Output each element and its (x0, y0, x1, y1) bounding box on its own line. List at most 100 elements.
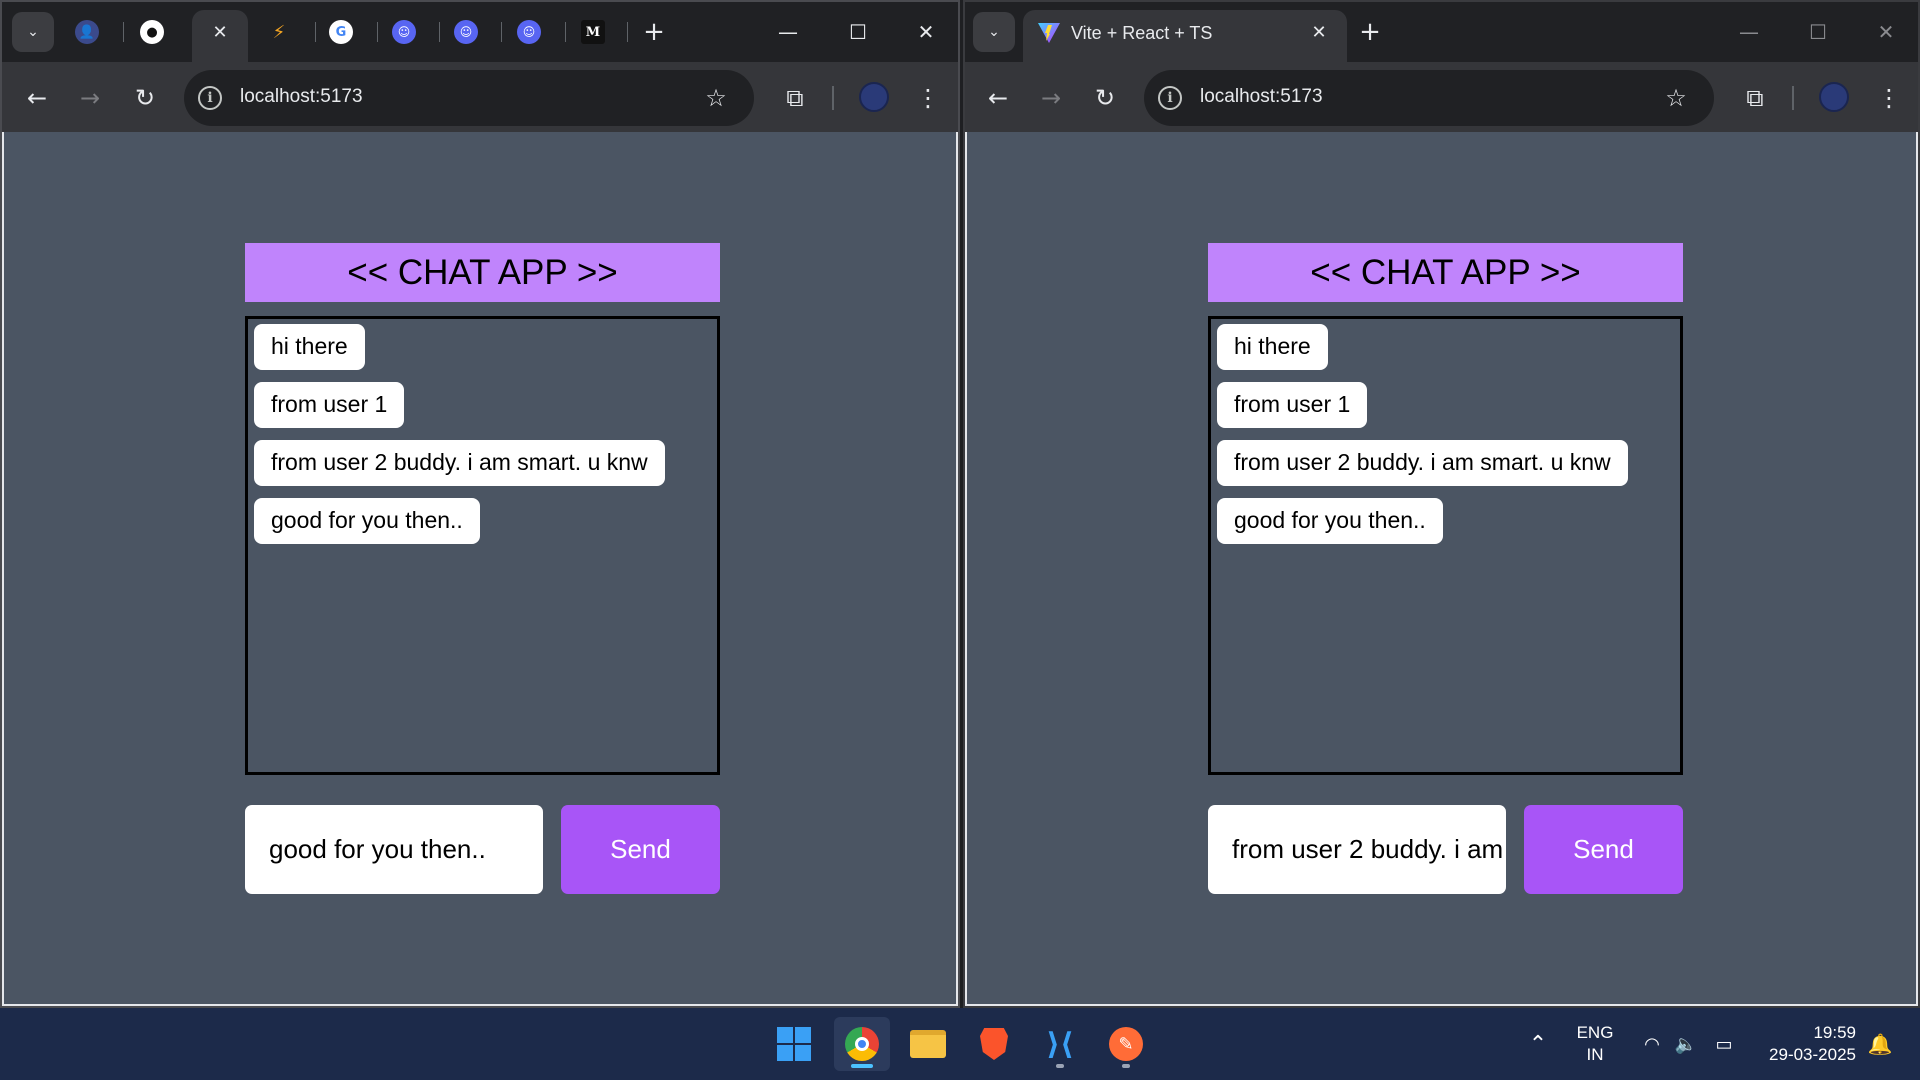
messages-panel: hi there from user 1 from user 2 buddy. … (245, 316, 720, 775)
avatar-icon: 👤 (75, 20, 99, 44)
messages-panel: hi there from user 1 from user 2 buddy. … (1208, 316, 1683, 775)
new-tab-button[interactable]: + (1354, 16, 1386, 48)
brave-icon (980, 1028, 1008, 1060)
tab-github[interactable]: ● (136, 16, 168, 48)
bookmark-star-icon[interactable]: ☆ (1660, 82, 1692, 114)
discord-icon: ☺ (454, 20, 478, 44)
minimize-button[interactable]: — (1729, 14, 1769, 50)
window-close-button[interactable]: ✕ (1866, 14, 1906, 50)
tab-separator (315, 22, 316, 42)
tab-active-left[interactable]: ✕ (192, 10, 248, 62)
tab-vite-react[interactable]: Vite + React + TS ✕ (1023, 10, 1347, 62)
tab-medium[interactable]: M (577, 16, 609, 48)
wifi-icon[interactable]: ◠ (1636, 1008, 1668, 1080)
address-text: localhost:5173 (240, 86, 363, 107)
tab-search-button[interactable]: ⌄ (12, 12, 54, 52)
close-icon[interactable]: ✕ (1304, 17, 1334, 47)
message-bubble: from user 1 (1217, 382, 1368, 428)
menu-kebab-icon[interactable]: ⋮ (1872, 81, 1906, 115)
chat-title: << CHAT APP >> (1208, 243, 1683, 302)
taskbar-chrome[interactable] (834, 1017, 890, 1071)
start-button[interactable] (766, 1017, 822, 1071)
tab-discord-2[interactable]: ☺ (450, 16, 482, 48)
maximize-button[interactable]: ☐ (838, 14, 878, 50)
postman-icon: ✎ (1109, 1027, 1143, 1061)
tab-discord-1[interactable]: ☺ (388, 16, 420, 48)
tab-discord-3[interactable]: ☺ (513, 16, 545, 48)
taskbar-brave[interactable] (966, 1017, 1022, 1071)
tab-separator (627, 22, 628, 42)
tab-separator (439, 22, 440, 42)
menu-kebab-icon[interactable]: ⋮ (911, 81, 945, 115)
message-bubble: hi there (1217, 324, 1328, 370)
tab-strip: ⌄ 👤 ● ✕ ⚡ G ☺ ☺ ☺ M + — ☐ ✕ (2, 2, 958, 62)
toolbar-separator (1792, 86, 1794, 110)
medium-icon: M (581, 20, 605, 44)
bookmark-star-icon[interactable]: ☆ (700, 82, 732, 114)
tab-google[interactable]: G (325, 16, 357, 48)
right-browser-window: ⌄ Vite + React + TS ✕ + — ☐ ✕ ← → ↻ i lo… (963, 0, 1920, 1008)
profile-avatar[interactable] (859, 82, 889, 112)
extensions-icon[interactable]: ⧉ (778, 81, 812, 115)
notifications-icon[interactable]: 🔔 (1862, 1008, 1898, 1080)
tab-search-button[interactable]: ⌄ (973, 12, 1015, 52)
chevron-down-icon: ⌄ (27, 24, 39, 40)
github-icon: ● (140, 20, 164, 44)
running-indicator (1056, 1064, 1064, 1068)
tab-strip: ⌄ Vite + React + TS ✕ + — ☐ ✕ (965, 2, 1918, 62)
taskbar-file-explorer[interactable] (900, 1017, 956, 1071)
tab-separator (377, 22, 378, 42)
message-bubble: from user 2 buddy. i am smart. u knw (254, 440, 665, 486)
browser-toolbar: ← → ↻ i localhost:5173 ☆ ⧉ ⋮ (965, 62, 1918, 132)
close-icon[interactable]: ✕ (205, 17, 235, 47)
window-close-button[interactable]: ✕ (906, 14, 946, 50)
taskbar-vscode[interactable]: ⟩⟨ (1032, 1017, 1088, 1071)
message-bubble: good for you then.. (1217, 498, 1443, 544)
maximize-button[interactable]: ☐ (1798, 14, 1838, 50)
left-browser-window: ⌄ 👤 ● ✕ ⚡ G ☺ ☺ ☺ M + — ☐ ✕ ← → ↻ i loca… (0, 0, 960, 1008)
battery-icon[interactable]: ▭ (1706, 1008, 1742, 1080)
minimize-button[interactable]: — (768, 14, 808, 50)
discord-icon: ☺ (517, 20, 541, 44)
language-indicator[interactable]: ENG IN (1570, 1008, 1620, 1080)
taskbar: ⟩⟨ ✎ ⌃ ENG IN ◠ 🔈 ▭ 19:59 29-03-2025 🔔 (0, 1008, 1920, 1080)
message-input[interactable] (245, 805, 543, 894)
page-viewport: << CHAT APP >> hi there from user 1 from… (965, 132, 1918, 1006)
new-tab-button[interactable]: + (638, 16, 670, 48)
address-bar[interactable]: i localhost:5173 ☆ (1144, 70, 1714, 126)
desktop: ⌄ 👤 ● ✕ ⚡ G ☺ ☺ ☺ M + — ☐ ✕ ← → ↻ i loca… (0, 0, 1920, 1080)
forward-button[interactable]: → (1034, 81, 1068, 115)
clock[interactable]: 19:59 29-03-2025 (1752, 1008, 1856, 1080)
tab-trending[interactable]: ⚡ (263, 16, 295, 48)
message-bubble: good for you then.. (254, 498, 480, 544)
toolbar-separator (832, 86, 834, 110)
lang-code: ENG (1576, 1023, 1614, 1042)
send-button[interactable]: Send (561, 805, 720, 894)
vite-icon (1038, 23, 1060, 43)
message-bubble: from user 2 buddy. i am smart. u knw (1217, 440, 1628, 486)
site-info-icon[interactable]: i (1158, 86, 1182, 110)
discord-icon: ☺ (392, 20, 416, 44)
profile-avatar[interactable] (1819, 82, 1849, 112)
forward-button[interactable]: → (73, 81, 107, 115)
site-info-icon[interactable]: i (198, 86, 222, 110)
page-viewport: << CHAT APP >> hi there from user 1 from… (2, 132, 958, 1006)
back-button[interactable]: ← (20, 81, 54, 115)
send-button[interactable]: Send (1524, 805, 1683, 894)
chevron-down-icon: ⌄ (988, 24, 1000, 40)
chrome-icon (845, 1027, 879, 1061)
show-hidden-icons-chevron[interactable]: ⌃ (1518, 1008, 1558, 1080)
reload-button[interactable]: ↻ (128, 81, 162, 115)
address-bar[interactable]: i localhost:5173 ☆ (184, 70, 754, 126)
volume-icon[interactable]: 🔈 (1670, 1008, 1702, 1080)
taskbar-postman[interactable]: ✎ (1098, 1017, 1154, 1071)
message-input[interactable] (1208, 805, 1506, 894)
vscode-icon: ⟩⟨ (1046, 1026, 1074, 1062)
reload-button[interactable]: ↻ (1088, 81, 1122, 115)
extensions-icon[interactable]: ⧉ (1738, 81, 1772, 115)
browser-toolbar: ← → ↻ i localhost:5173 ☆ ⧉ ⋮ (2, 62, 958, 132)
tab-title: Vite + React + TS (1071, 23, 1213, 43)
back-button[interactable]: ← (981, 81, 1015, 115)
tab-separator (565, 22, 566, 42)
tab-profile-page[interactable]: 👤 (71, 16, 103, 48)
